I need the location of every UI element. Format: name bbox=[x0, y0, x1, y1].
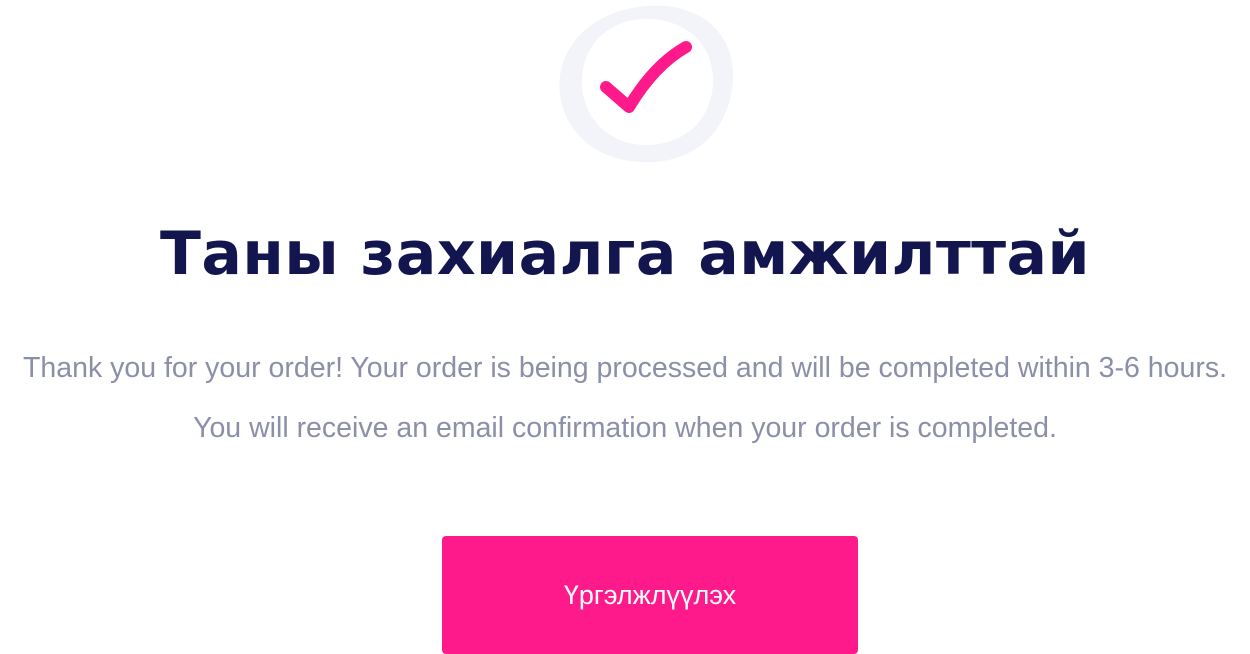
page-title: Таны захиалга амжилттай bbox=[159, 219, 1091, 289]
continue-button[interactable]: Үргэлжлүүлэх bbox=[442, 536, 858, 654]
order-confirmation-message: Thank you for your order! Your order is … bbox=[23, 352, 1227, 444]
success-check-icon bbox=[556, 0, 734, 164]
continue-button-label: Үргэлжлүүлэх bbox=[563, 579, 737, 610]
